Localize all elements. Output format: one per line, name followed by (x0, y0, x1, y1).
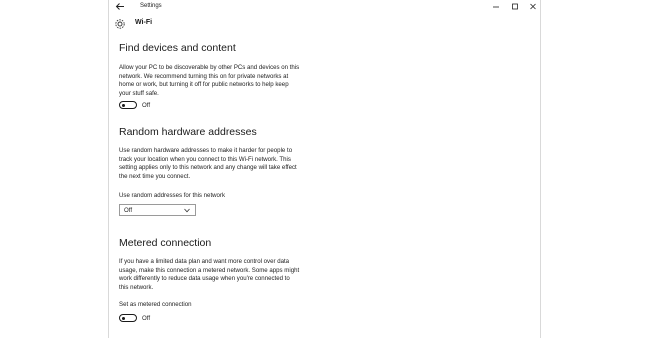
page-header: Wi-Fi (109, 16, 540, 32)
description-line: Allow your PC to be discoverable by othe… (119, 64, 300, 71)
gear-icon (114, 17, 126, 29)
back-arrow-icon (115, 3, 124, 10)
toggle-knob (122, 103, 126, 107)
maximize-icon (512, 3, 518, 10)
find-devices-description: Allow your PC to be discoverable by othe… (119, 64, 319, 98)
random-addresses-description: Use random hardware addresses to make it… (119, 147, 319, 181)
description-line: home or work, but turning it off for pub… (119, 81, 289, 89)
metered-connection-toggle[interactable] (119, 314, 137, 322)
maximize-button[interactable] (508, 1, 522, 12)
minimize-icon (493, 6, 499, 8)
description-line: this network. (119, 283, 154, 291)
page-title: Wi-Fi (135, 19, 153, 26)
find-devices-toggle[interactable] (119, 101, 137, 109)
find-devices-toggle-state: Off (142, 102, 151, 109)
random-addresses-select[interactable]: Off (119, 204, 196, 216)
toggle-knob (122, 316, 126, 320)
minimize-button[interactable] (489, 1, 503, 12)
description-line: If you have a limited data plan and want… (119, 258, 290, 265)
close-icon (530, 3, 536, 10)
description-line: your stuff safe. (119, 89, 159, 97)
back-button[interactable] (115, 2, 125, 11)
metered-connection-description: If you have a limited data plan and want… (119, 258, 319, 292)
app-title: Settings (140, 3, 162, 9)
description-line: Use random hardware addresses to make it… (119, 147, 293, 154)
description-line: usage, make this connection a metered ne… (119, 266, 300, 274)
description-line: network. We recommend turning this on fo… (119, 72, 289, 80)
random-addresses-select-label: Use random addresses for this network (119, 192, 226, 199)
select-value: Off (124, 207, 133, 214)
section-title-random-addresses: Random hardware addresses (119, 126, 257, 138)
title-bar: Settings (109, 0, 540, 14)
close-button[interactable] (526, 1, 540, 12)
metered-toggle-state: Off (142, 315, 151, 322)
description-line: track your location when you connect to … (119, 155, 291, 163)
metered-toggle-caption: Set as metered connection (119, 301, 192, 308)
description-line: setting applies only to this network and… (119, 164, 297, 172)
section-title-find-devices: Find devices and content (119, 42, 236, 54)
chevron-down-icon (184, 208, 190, 213)
section-title-metered-connection: Metered connection (119, 237, 212, 249)
settings-window: Settings Wi-Fi Find devices and content … (108, 0, 541, 338)
description-line: work differently to reduce data usage wh… (119, 275, 290, 283)
description-line: the next time you connect. (119, 172, 191, 180)
